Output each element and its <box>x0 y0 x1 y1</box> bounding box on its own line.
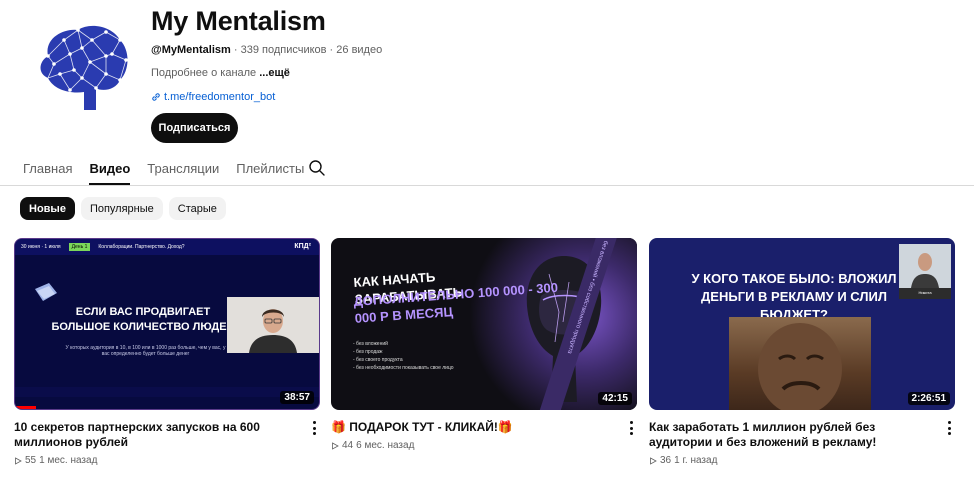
channel-handle: @MyMentalism <box>151 44 231 56</box>
video-card[interactable]: У КОГО ТАКОЕ БЫЛО: ВЛОЖИЛ ДЕНЬГИ В РЕКЛА… <box>649 238 955 466</box>
play-count-icon <box>332 441 339 450</box>
video-meta: 55 1 мес. назад <box>14 455 320 466</box>
channel-link-text[interactable]: t.me/freedomentor_bot <box>164 91 275 103</box>
channel-link[interactable]: t.me/freedomentor_bot <box>151 91 275 103</box>
thumb-speaker <box>227 297 319 353</box>
channel-tabs: Главная Видео Трансляции Плейлисты <box>23 154 321 185</box>
video-thumbnail[interactable]: 30 июня · 1 июля День 1 Коллаборации. Па… <box>14 238 320 410</box>
video-card[interactable]: 30 июня · 1 июля День 1 Коллаборации. Па… <box>14 238 320 466</box>
chip-newest[interactable]: Новые <box>20 197 75 220</box>
channel-meta: @MyMentalism · 339 подписчиков · 26 виде… <box>151 44 382 56</box>
view-count: 55 <box>25 455 37 466</box>
crying-face-icon <box>758 323 842 410</box>
tab-streams[interactable]: Трансляции <box>147 154 219 185</box>
tab-playlists[interactable]: Плейлисты <box>236 154 304 185</box>
video-duration: 38:57 <box>280 391 314 404</box>
video-meta: 36 1 г. назад <box>649 455 955 466</box>
channel-avatar[interactable] <box>30 18 134 122</box>
view-count: 44 <box>342 440 354 451</box>
thumb-date: 30 июня · 1 июля <box>21 244 61 250</box>
video-thumbnail[interactable]: без вложений • без собственного продукта… <box>331 238 637 410</box>
thumb-bullet: - без необходимости показывать свое лицо <box>353 365 454 371</box>
upload-age: 6 мес. назад <box>356 440 415 451</box>
chip-oldest[interactable]: Старые <box>168 197 226 220</box>
chip-popular[interactable]: Популярные <box>80 197 163 220</box>
view-count: 36 <box>660 455 672 466</box>
search-icon <box>309 160 325 176</box>
video-meta: 44 6 мес. назад <box>331 440 637 451</box>
tabs-divider <box>0 185 974 186</box>
speaker-name: Никита <box>918 290 932 295</box>
video-menu-button[interactable] <box>629 421 633 435</box>
thumb-bullet: - без вложений <box>353 341 388 347</box>
brain-icon <box>40 25 128 111</box>
video-title[interactable]: 🎁 ПОДАРОК ТУТ - КЛИКАЙ!🎁 <box>331 420 616 435</box>
thumb-headline: ЕСЛИ ВАС ПРОДВИГАЕТ БОЛЬШОЕ КОЛИЧЕСТВО Л… <box>51 306 235 333</box>
upload-age: 1 мес. назад <box>39 455 98 466</box>
link-icon <box>152 93 160 101</box>
channel-about[interactable]: Подробнее о канале ...ещё <box>151 67 290 79</box>
thumb-topbar: 30 июня · 1 июля День 1 Коллаборации. Па… <box>15 239 319 255</box>
thumb-day: День 1 <box>68 243 91 251</box>
video-duration: 2:26:51 <box>907 392 950 405</box>
thumb-bullets: - без вложений - без продаж - без своего… <box>353 340 454 372</box>
channel-search-button[interactable] <box>308 159 326 177</box>
thumb-crying-kid <box>729 317 871 410</box>
speaker-icon <box>899 244 951 288</box>
video-menu-button[interactable] <box>947 421 951 435</box>
video-duration: 42:15 <box>598 392 632 405</box>
thumb-bottombar <box>15 387 319 397</box>
sort-chips: Новые Популярные Старые <box>20 197 226 220</box>
video-thumbnail[interactable]: У КОГО ТАКОЕ БЫЛО: ВЛОЖИЛ ДЕНЬГИ В РЕКЛА… <box>649 238 955 410</box>
video-menu-button[interactable] <box>312 421 316 435</box>
subscribe-button[interactable]: Подписаться <box>151 113 238 143</box>
thumb-speaker: Никита <box>899 244 951 299</box>
thumb-bullet: - без своего продукта <box>353 357 403 363</box>
video-title[interactable]: Как заработать 1 миллион рублей без ауди… <box>649 420 934 450</box>
tab-home[interactable]: Главная <box>23 154 72 185</box>
tab-videos[interactable]: Видео <box>89 154 130 185</box>
thumb-brand: КПД² <box>294 243 311 250</box>
thumb-subtext: У которых аудитория в 10, в 100 или в 10… <box>65 345 226 357</box>
watch-progress-bar <box>15 406 37 409</box>
thumb-topic: Коллаборации. Партнерство. Доход? <box>98 244 185 250</box>
video-title[interactable]: 10 секретов партнерских запусков на 600 … <box>14 420 299 450</box>
about-more-link[interactable]: ...ещё <box>259 67 290 79</box>
speaker-icon <box>227 297 319 353</box>
video-card[interactable]: без вложений • без собственного продукта… <box>331 238 637 451</box>
play-count-icon <box>15 456 22 465</box>
play-count-icon <box>650 456 657 465</box>
upload-age: 1 г. назад <box>674 455 718 466</box>
channel-stats: · 339 подписчиков · 26 видео <box>230 44 383 56</box>
thumb-bullet: - без продаж <box>353 349 383 355</box>
thumb-headline: У КОГО ТАКОЕ БЫЛО: ВЛОЖИЛ ДЕНЬГИ В РЕКЛА… <box>691 271 897 322</box>
about-text: Подробнее о канале <box>151 67 260 79</box>
paper-stack-icon <box>35 283 57 301</box>
channel-title: My Mentalism <box>151 6 326 36</box>
